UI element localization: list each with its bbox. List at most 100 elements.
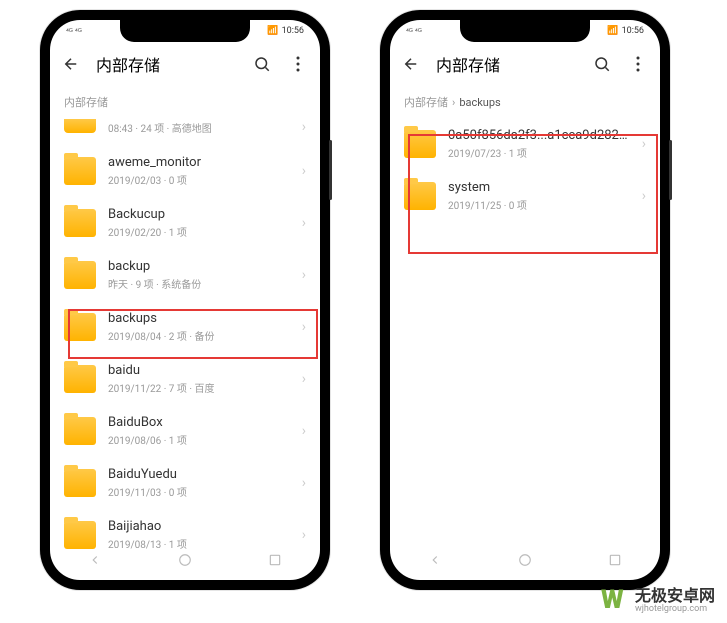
navigation-bar	[50, 544, 320, 580]
item-subtitle: 2019/07/23 · 1 项	[448, 145, 630, 160]
screen-right: ⁴ᴳ ⁴ᴳ 📶 10:56 内部存储	[390, 20, 660, 580]
chevron-right-icon: ›	[302, 215, 306, 231]
folder-icon	[404, 130, 436, 158]
nav-back-button[interactable]	[86, 551, 104, 569]
item-text: BaiduYuedu 2019/11/03 · 0 项	[108, 467, 290, 499]
item-subtitle: 2019/11/25 · 0 项	[448, 197, 630, 212]
status-time: 10:56	[622, 26, 644, 36]
item-text: Backucup 2019/02/20 · 1 项	[108, 207, 290, 239]
item-title: BaiduBox	[108, 415, 290, 430]
status-right: 📶 10:56	[607, 26, 644, 36]
list-item[interactable]: system 2019/11/25 · 0 项 ›	[390, 170, 660, 222]
wifi-icon: 📶	[267, 26, 278, 36]
breadcrumb-item[interactable]: 内部存储	[404, 94, 448, 110]
side-button	[669, 140, 672, 200]
item-title: 0a50f856da2f3...a1cca9d2824d	[448, 128, 630, 143]
item-title: BaiduYuedu	[108, 467, 290, 482]
chevron-right-icon: ›	[302, 267, 306, 283]
screen-left: ⁴ᴳ ⁴ᴳ 📶 10:56 内部存储	[50, 20, 320, 580]
logo-text: 无极安卓网 wjhotelgroup.com	[635, 587, 715, 614]
folder-icon	[64, 365, 96, 393]
list-item-backups[interactable]: backups 2019/08/04 · 2 项 · 备份 ›	[50, 301, 320, 353]
notch	[120, 20, 250, 42]
list-item[interactable]: 08:43 · 24 项 · 高德地图 ›	[50, 118, 320, 145]
folder-icon	[64, 209, 96, 237]
item-title: Backucup	[108, 207, 290, 222]
item-text: 08:43 · 24 项 · 高德地图	[108, 118, 290, 135]
header: 内部存储	[50, 42, 320, 86]
list-item[interactable]: Backucup 2019/02/20 · 1 项 ›	[50, 197, 320, 249]
item-text: BaiduBox 2019/08/06 · 1 项	[108, 415, 290, 447]
signal-indicator: ⁴ᴳ ⁴ᴳ	[406, 27, 422, 36]
chevron-right-icon: ›	[302, 371, 306, 387]
item-text: aweme_monitor 2019/02/03 · 0 项	[108, 155, 290, 187]
side-button	[329, 140, 332, 200]
breadcrumb-separator: ›	[452, 96, 455, 109]
item-text: backups 2019/08/04 · 2 项 · 备份	[108, 311, 290, 343]
breadcrumb-item[interactable]: 内部存储	[64, 94, 108, 110]
search-button[interactable]	[252, 54, 272, 74]
notch	[460, 20, 590, 42]
breadcrumb[interactable]: 内部存储	[50, 86, 320, 118]
item-title: baidu	[108, 363, 290, 378]
item-text: system 2019/11/25 · 0 项	[448, 180, 630, 212]
breadcrumb-item-active[interactable]: backups	[459, 96, 500, 109]
list-item[interactable]: baidu 2019/11/22 · 7 项 · 百度 ›	[50, 353, 320, 405]
logo-main-text: 无极安卓网	[635, 587, 715, 605]
item-title: backup	[108, 259, 290, 274]
folder-icon	[64, 157, 96, 185]
folder-icon	[64, 469, 96, 497]
item-text: backup 昨天 · 9 项 · 系统备份	[108, 259, 290, 291]
folder-icon	[64, 119, 96, 133]
navigation-bar	[390, 544, 660, 580]
folder-icon	[64, 313, 96, 341]
header-actions	[592, 54, 648, 74]
header-actions	[252, 54, 308, 74]
item-title: backups	[108, 311, 290, 326]
file-list[interactable]: 0a50f856da2f3...a1cca9d2824d 2019/07/23 …	[390, 118, 660, 568]
status-right: 📶 10:56	[267, 26, 304, 36]
list-item[interactable]: aweme_monitor 2019/02/03 · 0 项 ›	[50, 145, 320, 197]
item-subtitle: 2019/11/03 · 0 项	[108, 484, 290, 499]
breadcrumb[interactable]: 内部存储 › backups	[390, 86, 660, 118]
item-text: 0a50f856da2f3...a1cca9d2824d 2019/07/23 …	[448, 128, 630, 160]
nav-recent-button[interactable]	[606, 551, 624, 569]
item-subtitle: 2019/08/06 · 1 项	[108, 432, 290, 447]
header: 内部存储	[390, 42, 660, 86]
wifi-icon: 📶	[607, 26, 618, 36]
list-item[interactable]: BaiduBox 2019/08/06 · 1 项 ›	[50, 405, 320, 457]
container: ⁴ᴳ ⁴ᴳ 📶 10:56 内部存储	[0, 0, 727, 600]
folder-icon	[64, 417, 96, 445]
list-item[interactable]: 0a50f856da2f3...a1cca9d2824d 2019/07/23 …	[390, 118, 660, 170]
nav-home-button[interactable]	[176, 551, 194, 569]
item-title: aweme_monitor	[108, 155, 290, 170]
chevron-right-icon: ›	[302, 119, 306, 135]
nav-back-button[interactable]	[426, 551, 444, 569]
nav-recent-button[interactable]	[266, 551, 284, 569]
item-subtitle: 08:43 · 24 项 · 高德地图	[108, 120, 290, 135]
back-button[interactable]	[62, 54, 82, 74]
phone-right: ⁴ᴳ ⁴ᴳ 📶 10:56 内部存储	[380, 10, 670, 590]
list-item[interactable]: backup 昨天 · 9 项 · 系统备份 ›	[50, 249, 320, 301]
search-button[interactable]	[592, 54, 612, 74]
chevron-right-icon: ›	[302, 527, 306, 543]
more-button[interactable]	[288, 54, 308, 74]
chevron-right-icon: ›	[302, 163, 306, 179]
item-subtitle: 2019/08/04 · 2 项 · 备份	[108, 328, 290, 343]
item-title: system	[448, 180, 630, 195]
more-button[interactable]	[628, 54, 648, 74]
status-time: 10:56	[282, 26, 304, 36]
chevron-right-icon: ›	[642, 188, 646, 204]
folder-icon	[404, 182, 436, 210]
phone-left: ⁴ᴳ ⁴ᴳ 📶 10:56 内部存储	[40, 10, 330, 590]
item-subtitle: 昨天 · 9 项 · 系统备份	[108, 276, 290, 291]
item-title: Baijiahao	[108, 519, 290, 534]
file-list[interactable]: 08:43 · 24 项 · 高德地图 › aweme_monitor 2019…	[50, 118, 320, 568]
back-button[interactable]	[402, 54, 422, 74]
watermark-logo: W 无极安卓网 wjhotelgroup.com	[601, 587, 715, 615]
logo-icon: W	[601, 587, 629, 615]
signal-indicator: ⁴ᴳ ⁴ᴳ	[66, 27, 82, 36]
nav-home-button[interactable]	[516, 551, 534, 569]
list-item[interactable]: BaiduYuedu 2019/11/03 · 0 项 ›	[50, 457, 320, 509]
logo-sub-text: wjhotelgroup.com	[635, 605, 715, 615]
